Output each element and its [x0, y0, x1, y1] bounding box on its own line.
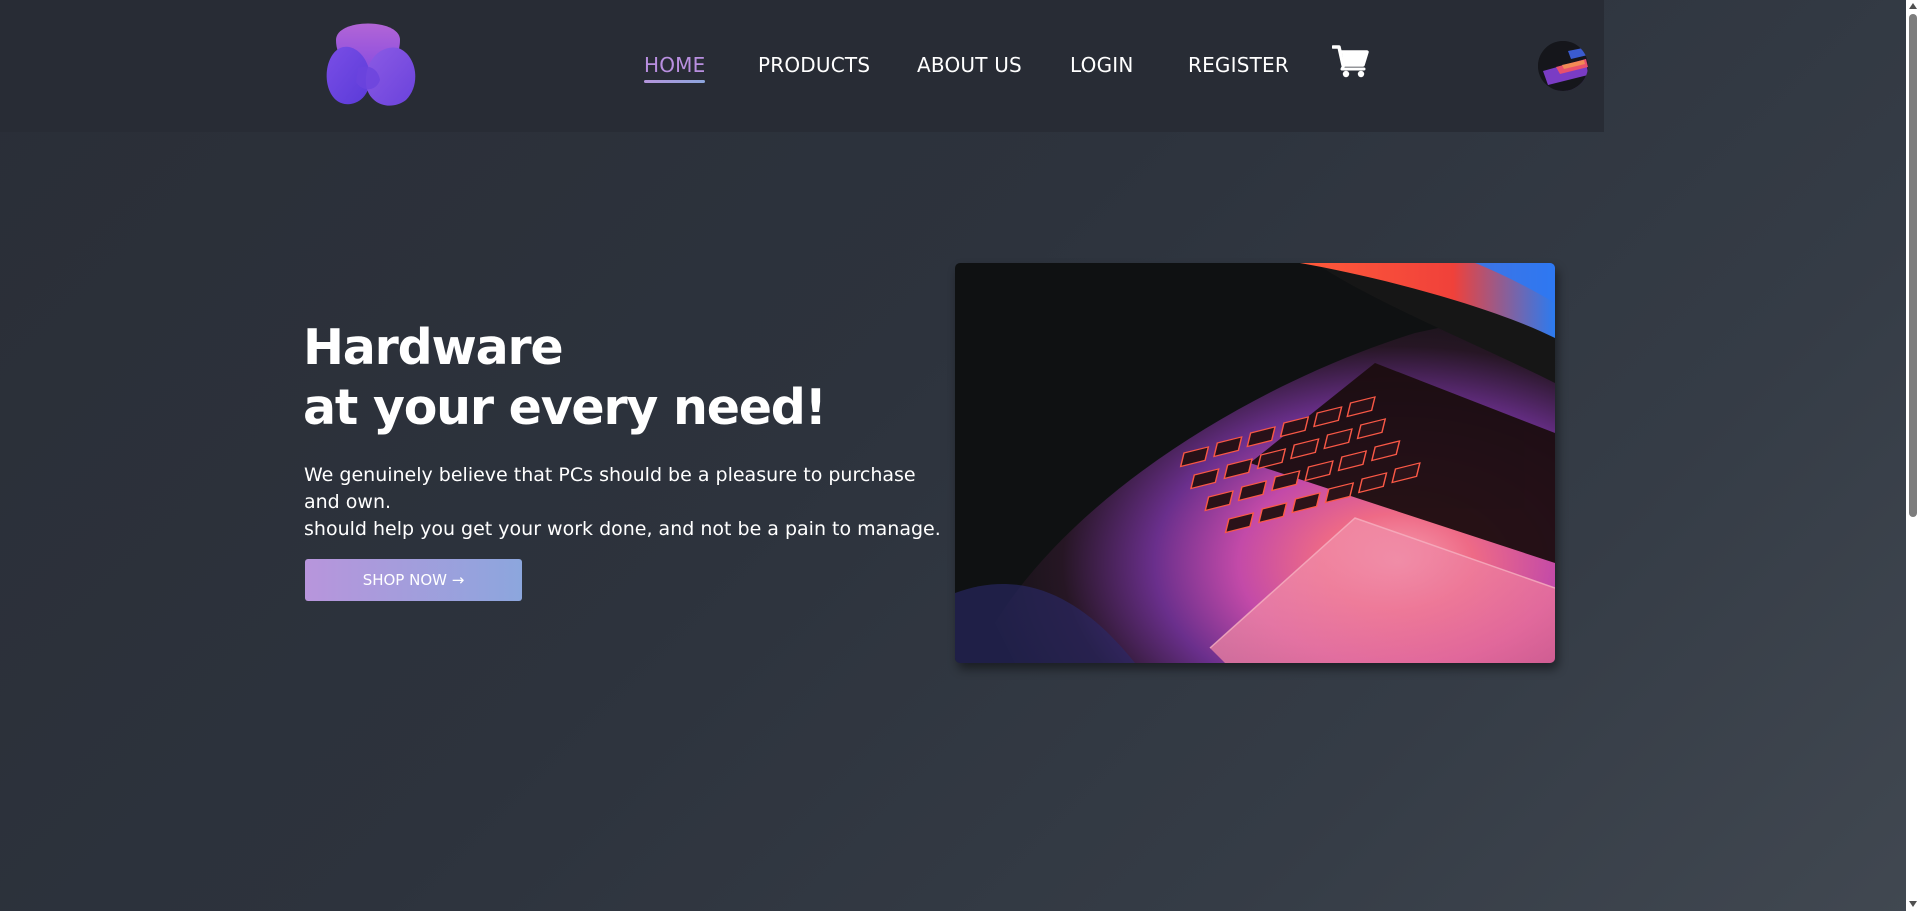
nav-login[interactable]: LOGIN [1070, 52, 1134, 78]
avatar[interactable] [1538, 41, 1588, 91]
scroll-down-arrow-icon[interactable] [1909, 901, 1917, 907]
navbar: HOME PRODUCTS ABOUT US LOGIN REGISTER [0, 0, 1604, 132]
hero-description-line2: should help you get your work done, and … [304, 518, 941, 540]
hero-title-line1: Hardware [303, 319, 564, 376]
nav-register[interactable]: REGISTER [1188, 52, 1289, 78]
hero-laptop-image [955, 263, 1555, 663]
hero-title-line2: at your every need! [303, 379, 827, 436]
vertical-scrollbar[interactable] [1906, 0, 1920, 911]
nav-home[interactable]: HOME [644, 52, 706, 83]
hero-title: Hardware at your every need! [303, 318, 827, 438]
shop-now-button[interactable]: SHOP NOW → [305, 559, 522, 601]
nav-products[interactable]: PRODUCTS [758, 52, 870, 78]
shopping-cart-icon[interactable] [1332, 44, 1370, 78]
nav-about-us[interactable]: ABOUT US [917, 52, 1022, 78]
hero-description: We genuinely believe that PCs should be … [304, 462, 954, 543]
scroll-up-arrow-icon[interactable] [1909, 3, 1917, 9]
scrollbar-thumb[interactable] [1909, 14, 1917, 517]
hero-description-line1: We genuinely believe that PCs should be … [304, 464, 916, 513]
